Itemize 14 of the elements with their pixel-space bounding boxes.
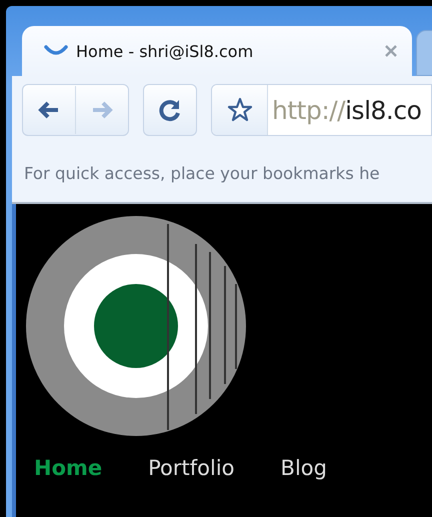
bookmarks-bar-hint: For quick access, place your bookmarks he (24, 164, 380, 182)
tab-title: Home - shri@iSl8.com (76, 42, 254, 60)
bookmark-star-button[interactable] (212, 85, 268, 135)
nav-link[interactable]: Home (34, 456, 102, 480)
address-bar[interactable]: http://isl8.co (211, 84, 432, 136)
back-arrow-icon (38, 101, 60, 119)
browser-tab[interactable]: Home - shri@iSl8.com (22, 26, 412, 76)
reload-icon (158, 98, 182, 122)
star-icon (226, 97, 252, 123)
url-text: http://isl8.co (271, 96, 422, 124)
forward-arrow-icon (91, 101, 113, 119)
nav-link[interactable]: Portfolio (148, 456, 235, 480)
loading-icon (44, 45, 68, 57)
nav-link[interactable]: Blog (280, 456, 327, 480)
